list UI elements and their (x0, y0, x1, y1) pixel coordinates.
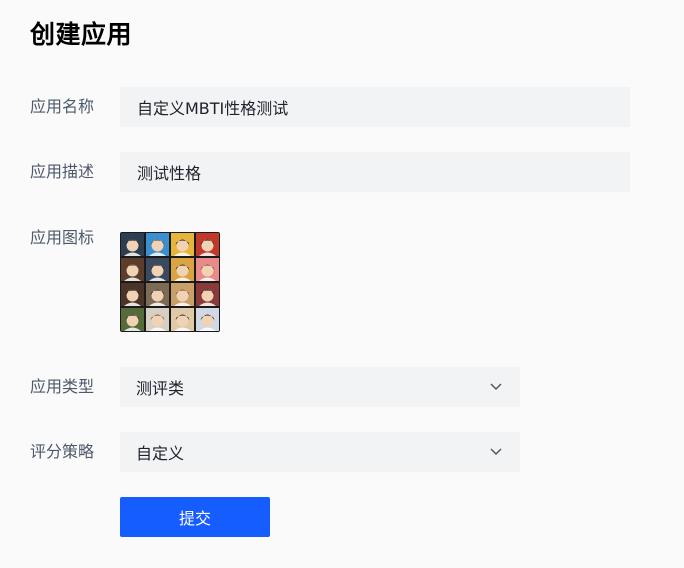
avatar-face (176, 289, 189, 302)
chevron-down-icon (488, 379, 504, 395)
avatar-face (201, 264, 214, 277)
avatar-face (176, 239, 189, 252)
scoring-strategy-label: 评分策略 (30, 442, 95, 461)
app-icon-upload[interactable] (120, 232, 220, 332)
avatar-face (151, 264, 164, 277)
avatar-face (126, 264, 139, 277)
avatar-face (151, 314, 164, 327)
app-type-select[interactable]: 测评类 (120, 367, 520, 407)
avatar-face (176, 314, 189, 327)
avatar-face (201, 289, 214, 302)
avatar-face (126, 239, 139, 252)
avatar-face (151, 289, 164, 302)
submit-button[interactable]: 提交 (120, 497, 270, 537)
app-desc-label: 应用描述 (30, 162, 95, 181)
app-desc-input[interactable] (120, 152, 630, 192)
app-name-label: 应用名称 (30, 97, 95, 116)
avatar-face (201, 239, 214, 252)
avatar-face (126, 314, 139, 327)
mbti-avatar-grid-icon (120, 232, 220, 332)
app-type-label: 应用类型 (30, 377, 95, 396)
avatar-face (201, 314, 214, 327)
chevron-down-icon (488, 444, 504, 460)
app-type-value: 测评类 (136, 379, 185, 398)
page-title: 创建应用 (30, 20, 133, 49)
scoring-strategy-select[interactable]: 自定义 (120, 432, 520, 472)
scoring-strategy-value: 自定义 (136, 444, 185, 463)
avatar-face (126, 289, 139, 302)
app-name-input[interactable] (120, 87, 630, 127)
avatar-face (151, 239, 164, 252)
avatar-face (176, 264, 189, 277)
app-icon-label: 应用图标 (30, 228, 95, 247)
